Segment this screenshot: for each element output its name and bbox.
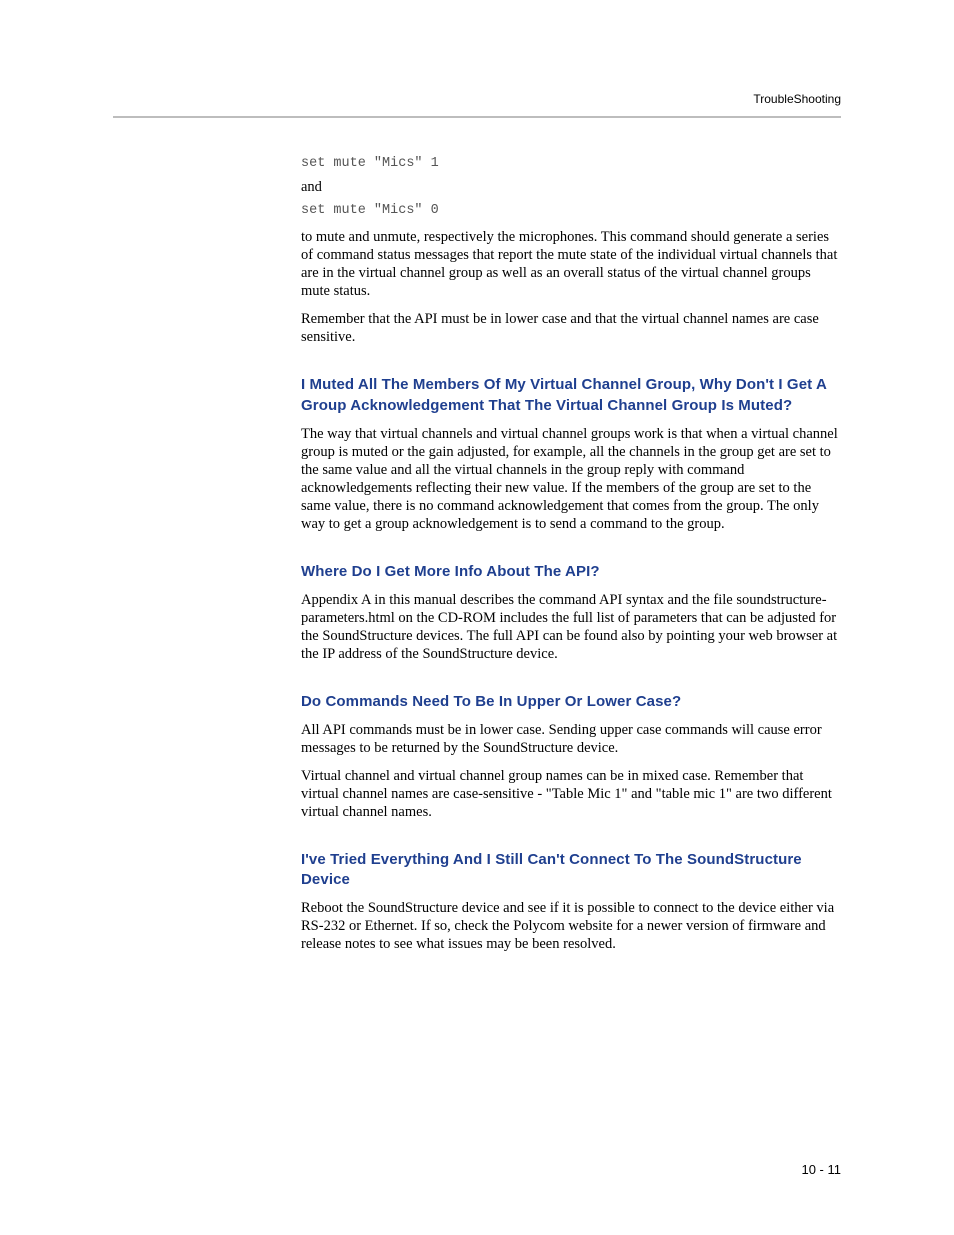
heading-cant-connect: I've Tried Everything And I Still Can't … (301, 850, 839, 891)
page-content: set mute "Mics" 1 and set mute "Mics" 0 … (301, 150, 839, 964)
code-line-1: set mute "Mics" 1 (301, 156, 839, 173)
paragraph-7: Reboot the SoundStructure device and see… (301, 900, 839, 954)
paragraph-3: The way that virtual channels and virtua… (301, 426, 839, 534)
code-line-2: set mute "Mics" 0 (301, 203, 839, 220)
header-rule (113, 116, 841, 118)
heading-case: Do Commands Need To Be In Upper Or Lower… (301, 692, 839, 712)
page-header-section: TroubleShooting (753, 92, 841, 106)
heading-api-info: Where Do I Get More Info About The API? (301, 562, 839, 582)
connector-and: and (301, 179, 839, 197)
paragraph-5: All API commands must be in lower case. … (301, 722, 839, 758)
paragraph-1: to mute and unmute, respectively the mic… (301, 229, 839, 301)
heading-muted-group: I Muted All The Members Of My Virtual Ch… (301, 375, 839, 416)
paragraph-4: Appendix A in this manual describes the … (301, 592, 839, 664)
paragraph-6: Virtual channel and virtual channel grou… (301, 768, 839, 822)
page-number: 10 - 11 (801, 1162, 841, 1177)
paragraph-2: Remember that the API must be in lower c… (301, 311, 839, 347)
